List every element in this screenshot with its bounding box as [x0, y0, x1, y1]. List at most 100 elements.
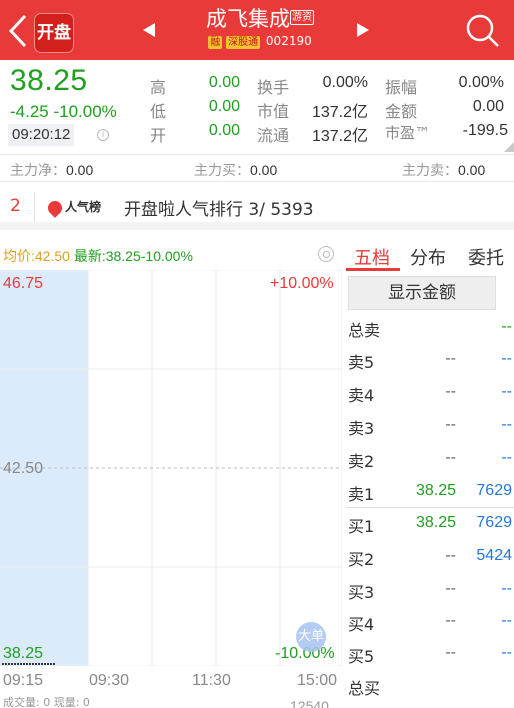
sell-label: 卖5 — [348, 353, 375, 372]
x-tick-1500: 15:00 — [297, 672, 338, 689]
amount-label: 金额 — [385, 102, 418, 121]
sell-label: 卖1 — [348, 485, 375, 504]
high-label: 高 — [150, 78, 167, 97]
sell-volume: -- — [501, 350, 512, 367]
show-amount-button[interactable]: 显示金额 — [348, 276, 496, 310]
x-tick-1130: 11:30 — [192, 672, 231, 689]
sell-price: -- — [445, 416, 456, 433]
chart-canvas — [0, 270, 342, 666]
sell-volume: -- — [501, 449, 512, 466]
y-tick-low: 38.25 — [3, 645, 44, 662]
sell-label: 卖3 — [348, 419, 375, 438]
buy-row: 买4 -- -- — [346, 606, 514, 638]
pe-label: 市盈™ — [385, 124, 431, 142]
buy-volume: 5424 — [476, 547, 512, 564]
turnover-label: 换手 — [257, 78, 290, 97]
search-button[interactable] — [460, 10, 504, 50]
active-tab-indicator — [346, 268, 400, 271]
expand-corner-icon[interactable] — [504, 142, 514, 152]
open-value: 0.00 — [208, 122, 240, 139]
tab-five-levels[interactable]: 五档 — [354, 244, 390, 270]
chart-summary: 均价:42.50 最新:38.25-10.00% — [3, 246, 193, 266]
sell-row: 卖5 -- -- — [346, 344, 514, 376]
sell-label: 卖2 — [348, 452, 375, 471]
volume-label: 成交量: 0 现量: 0 — [3, 696, 90, 708]
total-buy-label: 总买 — [348, 679, 381, 698]
buy-row: 买1 38.25 7629 — [346, 508, 514, 540]
buy-row: 买5 -- -- — [346, 638, 514, 670]
amplitude-value: 0.00% — [458, 74, 504, 91]
sell-volume: -- — [501, 383, 512, 400]
main-buy-value: 0.00 — [250, 162, 278, 178]
total-sell-label: 总卖 — [348, 321, 381, 340]
turnover-value: 0.00% — [322, 74, 368, 91]
change-percent: -10.00% — [53, 102, 117, 121]
high-value: 0.00 — [208, 74, 240, 91]
stock-subline: 融 深股通 002190 — [180, 33, 340, 49]
total-sell-row: 总卖 -- — [346, 312, 514, 344]
popularity-logo-label: 人气榜 — [65, 200, 102, 214]
target-icon[interactable] — [318, 246, 334, 262]
market-cap-label: 市值 — [257, 102, 290, 121]
back-button[interactable]: 开盘 — [8, 8, 74, 53]
main-sell-label: 主力卖： — [402, 163, 458, 179]
buy-label: 买2 — [348, 550, 375, 569]
sell-row: 卖4 -- -- — [346, 377, 514, 409]
main-force-row: 主力净：0.00 主力买：0.00 主力卖：0.00 — [0, 154, 514, 182]
main-buy-label: 主力买： — [194, 163, 250, 179]
sell-price: -- — [445, 449, 456, 466]
info-icon[interactable]: i — [97, 129, 109, 141]
tab-distribution[interactable]: 分布 — [410, 244, 446, 270]
intraday-chart[interactable] — [0, 270, 342, 666]
sell-volume: -- — [501, 416, 512, 433]
x-tick-0930: 09:30 — [89, 672, 130, 689]
buy-volume: -- — [501, 644, 512, 661]
popularity-index: 2 — [10, 196, 21, 216]
next-stock-button[interactable] — [357, 23, 369, 37]
sell-label: 卖4 — [348, 386, 375, 405]
main-sell-value: 0.00 — [458, 162, 486, 178]
buy-price: -- — [445, 612, 456, 629]
y-tick-high: 46.75 — [3, 275, 44, 292]
stock-code: 002190 — [265, 34, 312, 48]
buy-label: 买3 — [348, 583, 375, 602]
tab-orders[interactable]: 委托 — [468, 244, 504, 270]
buy-price: 38.25 — [415, 514, 456, 531]
app-header: 开盘 成飞集成 游资 融 深股通 002190 — [0, 0, 514, 60]
y-tick-right-high: +10.00% — [270, 275, 334, 292]
quote-time: 09:20:12 — [8, 124, 75, 146]
youzi-tag: 游资 — [290, 10, 314, 25]
big-order-button[interactable]: 大单 — [296, 622, 326, 652]
buy-label: 买4 — [348, 615, 375, 634]
main-net-value: 0.00 — [66, 162, 94, 178]
amount-value: 0.00 — [472, 98, 504, 115]
main-net-label: 主力净： — [10, 163, 66, 179]
float-cap-value: 137.2亿 — [311, 128, 368, 145]
stock-title: 成飞集成 游资 融 深股通 002190 — [180, 6, 340, 49]
margin-tag: 融 — [208, 36, 223, 49]
app-logo: 开盘 — [34, 13, 74, 53]
low-label: 低 — [150, 102, 167, 121]
buy-price: -- — [445, 547, 456, 564]
amplitude-label: 振幅 — [385, 78, 418, 97]
total-buy-row: 总买 — [346, 670, 514, 702]
float-cap-label: 流通 — [257, 126, 290, 145]
x-tick-0915: 09:15 — [3, 672, 44, 689]
popularity-row[interactable]: 2 人气榜 开盘啦人气排行 3/ 5393 — [0, 184, 514, 230]
buy-volume: -- — [501, 612, 512, 629]
low-value: 0.00 — [208, 98, 240, 115]
volume-value: 12540 — [290, 698, 329, 708]
sell-row: 卖1 38.25 7629 — [346, 476, 514, 508]
sell-row: 卖2 -- -- — [346, 443, 514, 475]
buy-label: 买5 — [348, 647, 375, 666]
shenzhen-connect-tag: 深股通 — [226, 36, 261, 49]
change-value: -4.25 — [10, 102, 49, 121]
prev-stock-button[interactable] — [143, 23, 155, 37]
market-cap-value: 137.2亿 — [311, 104, 368, 121]
buy-price: -- — [445, 580, 456, 597]
latest-price: 最新:38.25 — [73, 248, 141, 264]
buy-label: 买1 — [348, 517, 375, 536]
buy-row: 买3 -- -- — [346, 574, 514, 606]
popularity-text: 开盘啦人气排行 3/ 5393 — [124, 200, 314, 220]
price-change: -4.25 -10.00% — [10, 102, 117, 122]
